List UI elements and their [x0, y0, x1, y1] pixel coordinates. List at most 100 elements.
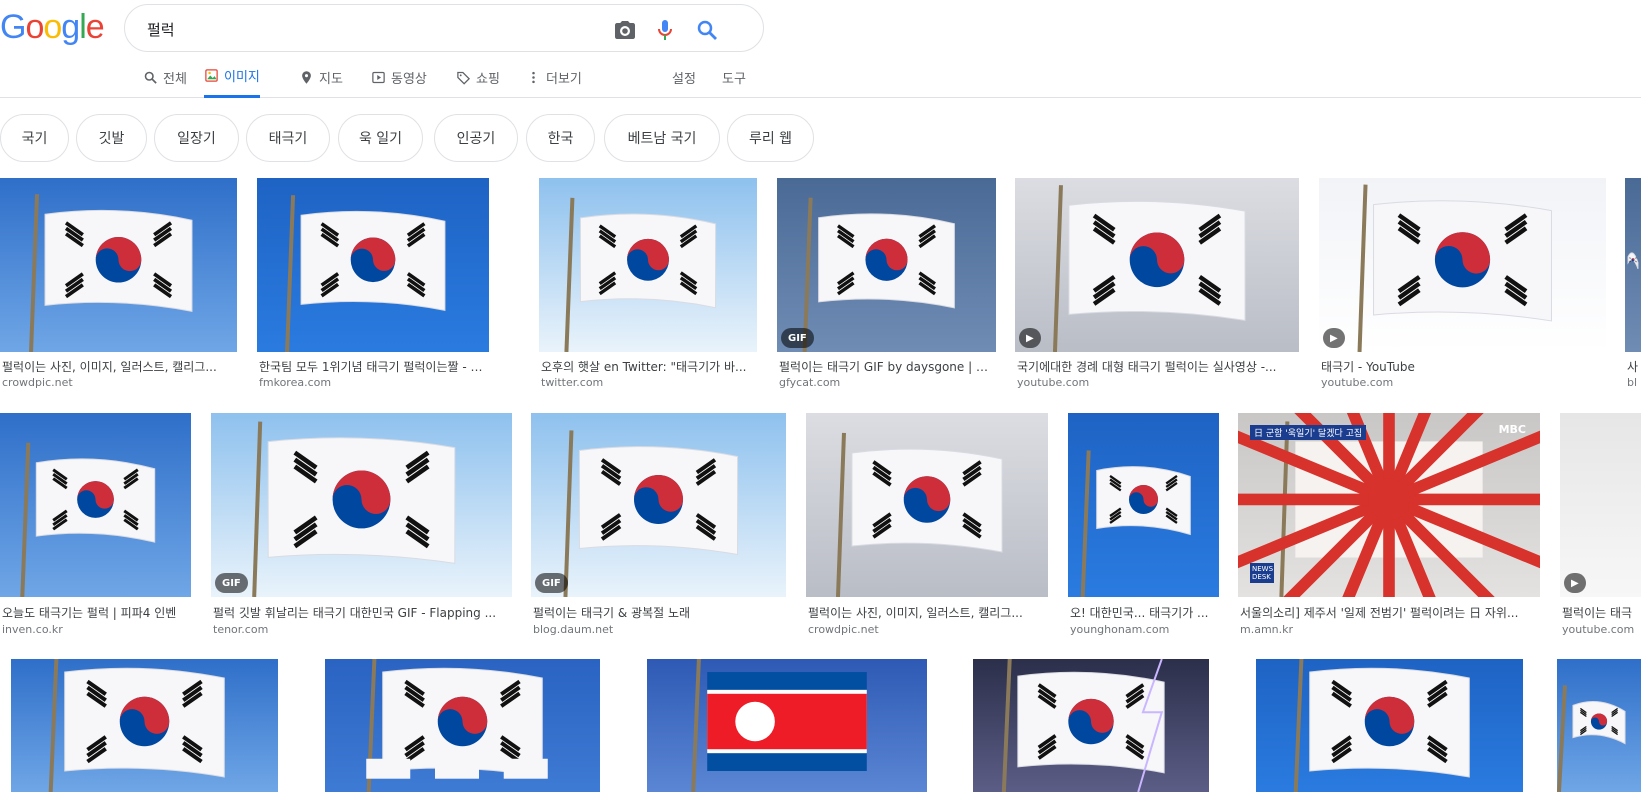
- image-thumbnail[interactable]: [0, 413, 191, 597]
- search-box[interactable]: [124, 4, 764, 52]
- flag-image: [1256, 659, 1523, 792]
- chip-6[interactable]: 한국: [526, 114, 595, 162]
- image-result-source[interactable]: crowdpic.net: [2, 376, 235, 389]
- tab-videos-label: 동영상: [391, 71, 427, 87]
- image-thumbnail[interactable]: [11, 659, 278, 792]
- tab-more[interactable]: 더보기: [526, 56, 582, 98]
- image-result-source[interactable]: twitter.com: [541, 376, 755, 389]
- flag-image: [1015, 178, 1299, 352]
- chip-7[interactable]: 베트남 국기: [604, 114, 720, 162]
- flag-image: [647, 659, 927, 792]
- image-thumbnail[interactable]: [1068, 413, 1219, 597]
- image-thumbnail[interactable]: 日 군함 '욱일기' 달겠다 고집 MBC NEWS DESK: [1238, 413, 1540, 597]
- video-play-badge: ▶: [1019, 328, 1041, 348]
- chip-1[interactable]: 깃발: [76, 114, 147, 162]
- image-result-title[interactable]: 펄럭이는 사진, 이미지, 일러스트, 캘리그...: [2, 358, 235, 375]
- logo-letter: G: [0, 8, 26, 46]
- image-thumbnail[interactable]: ▶: [1560, 413, 1641, 597]
- flag-image: [0, 178, 237, 352]
- flag-image: [777, 178, 996, 352]
- image-result-title[interactable]: 오! 대한민국... 태극기가 ...: [1070, 604, 1217, 621]
- camera-icon[interactable]: [613, 18, 637, 42]
- image-thumbnail[interactable]: [257, 178, 489, 352]
- gif-badge: GIF: [215, 573, 248, 593]
- search-icon[interactable]: [695, 18, 719, 42]
- image-thumbnail[interactable]: GIF: [531, 413, 786, 597]
- flag-image: [11, 659, 278, 792]
- flag-image: [0, 413, 191, 597]
- chip-2[interactable]: 일장기: [154, 114, 239, 162]
- search-input[interactable]: [147, 17, 627, 41]
- image-result-source[interactable]: bl: [1627, 376, 1639, 389]
- tab-more-label: 더보기: [546, 71, 582, 87]
- tab-videos[interactable]: 동영상: [371, 56, 427, 98]
- tools-label: 도구: [722, 71, 746, 87]
- flag-image: [1557, 659, 1641, 792]
- image-thumbnail[interactable]: [806, 413, 1048, 597]
- google-logo[interactable]: Google: [0, 8, 105, 47]
- image-result-title[interactable]: 오후의 햇살 en Twitter: "태극기가 바...: [541, 358, 755, 375]
- image-result-title[interactable]: 한국팀 모두 1위기념 태극기 펄럭이는짤 - 리...: [259, 358, 487, 375]
- image-thumbnail[interactable]: [539, 178, 757, 352]
- image-result-source[interactable]: gfycat.com: [779, 376, 994, 389]
- image-thumbnail[interactable]: [1625, 178, 1641, 352]
- image-thumbnail[interactable]: [325, 659, 600, 792]
- image-thumbnail[interactable]: GIF: [777, 178, 996, 352]
- image-thumbnail[interactable]: ▶: [1015, 178, 1299, 352]
- image-result-title[interactable]: 사: [1627, 358, 1639, 375]
- chip-0[interactable]: 국기: [0, 114, 69, 162]
- image-result-title[interactable]: 펄럭이는 태극: [1562, 604, 1639, 621]
- image-result-source[interactable]: younghonam.com: [1070, 623, 1217, 636]
- logo-letter: o: [43, 8, 62, 46]
- image-result-title[interactable]: 서울의소리] 제주서 '일제 전범기' 펄럭이려는 日 자위...: [1240, 604, 1538, 621]
- chip-label: 일장기: [177, 131, 216, 147]
- flag-image: [257, 178, 489, 352]
- tab-maps[interactable]: 지도: [299, 56, 343, 98]
- image-result-title[interactable]: 태극기 - YouTube: [1321, 358, 1604, 375]
- tab-images-label: 이미지: [224, 70, 260, 85]
- chip-4[interactable]: 욱 일기: [338, 114, 423, 162]
- flag-image: [325, 659, 600, 792]
- image-result-source[interactable]: youtube.com: [1562, 623, 1639, 636]
- flag-image: [806, 413, 1048, 597]
- chip-label: 루리 웹: [748, 131, 793, 147]
- tab-maps-label: 지도: [319, 71, 343, 87]
- image-result-title[interactable]: 펄럭이는 사진, 이미지, 일러스트, 캘리그...: [808, 604, 1046, 621]
- image-result-source[interactable]: blog.daum.net: [533, 623, 784, 636]
- chip-5[interactable]: 인공기: [434, 114, 518, 162]
- image-thumbnail[interactable]: [1557, 659, 1641, 792]
- tab-all[interactable]: 전체: [143, 56, 187, 98]
- image-result-title[interactable]: 펄럭 깃발 휘날리는 태극기 대한민국 GIF - Flapping ...: [213, 604, 510, 621]
- chip-3[interactable]: 태극기: [246, 114, 330, 162]
- image-result-title[interactable]: 국기에대한 경례 대형 태극기 펄럭이는 실사영상 -...: [1017, 358, 1297, 375]
- image-result-title[interactable]: 오늘도 태극기는 펄럭 | 피파4 인벤: [2, 604, 189, 621]
- image-result-source[interactable]: fmkorea.com: [259, 376, 487, 389]
- logo-letter: g: [61, 8, 80, 46]
- image-thumbnail[interactable]: [1256, 659, 1523, 792]
- image-thumbnail[interactable]: GIF: [211, 413, 512, 597]
- image-result-source[interactable]: youtube.com: [1321, 376, 1604, 389]
- image-thumbnail[interactable]: ▶: [1319, 178, 1606, 352]
- flag-image: [1560, 413, 1641, 597]
- image-result-source[interactable]: crowdpic.net: [808, 623, 1046, 636]
- chip-8[interactable]: 루리 웹: [727, 114, 814, 162]
- flag-image: [1319, 178, 1606, 352]
- image-thumbnail[interactable]: [973, 659, 1209, 792]
- search-header: Google 전체 이미지 지도 동영상 쇼핑: [0, 0, 1641, 98]
- settings-link[interactable]: 설정: [672, 56, 696, 98]
- chip-label: 한국: [547, 131, 574, 147]
- microphone-icon[interactable]: [653, 18, 677, 42]
- image-thumbnail[interactable]: [647, 659, 927, 792]
- image-result-title[interactable]: 펄럭이는 태극기 GIF by daysgone | G...: [779, 358, 994, 375]
- image-result-source[interactable]: inven.co.kr: [2, 623, 189, 636]
- tools-link[interactable]: 도구: [722, 56, 746, 98]
- image-result-source[interactable]: youtube.com: [1017, 376, 1297, 389]
- image-result-title[interactable]: 펄럭이는 태극기 & 광복절 노래: [533, 604, 784, 621]
- image-result-source[interactable]: tenor.com: [213, 623, 510, 636]
- tab-images[interactable]: 이미지: [204, 56, 260, 98]
- image-result-source[interactable]: m.amn.kr: [1240, 623, 1538, 636]
- gif-badge: GIF: [535, 573, 568, 593]
- tab-shopping[interactable]: 쇼핑: [456, 56, 500, 98]
- logo-letter: e: [85, 8, 105, 46]
- image-thumbnail[interactable]: [0, 178, 237, 352]
